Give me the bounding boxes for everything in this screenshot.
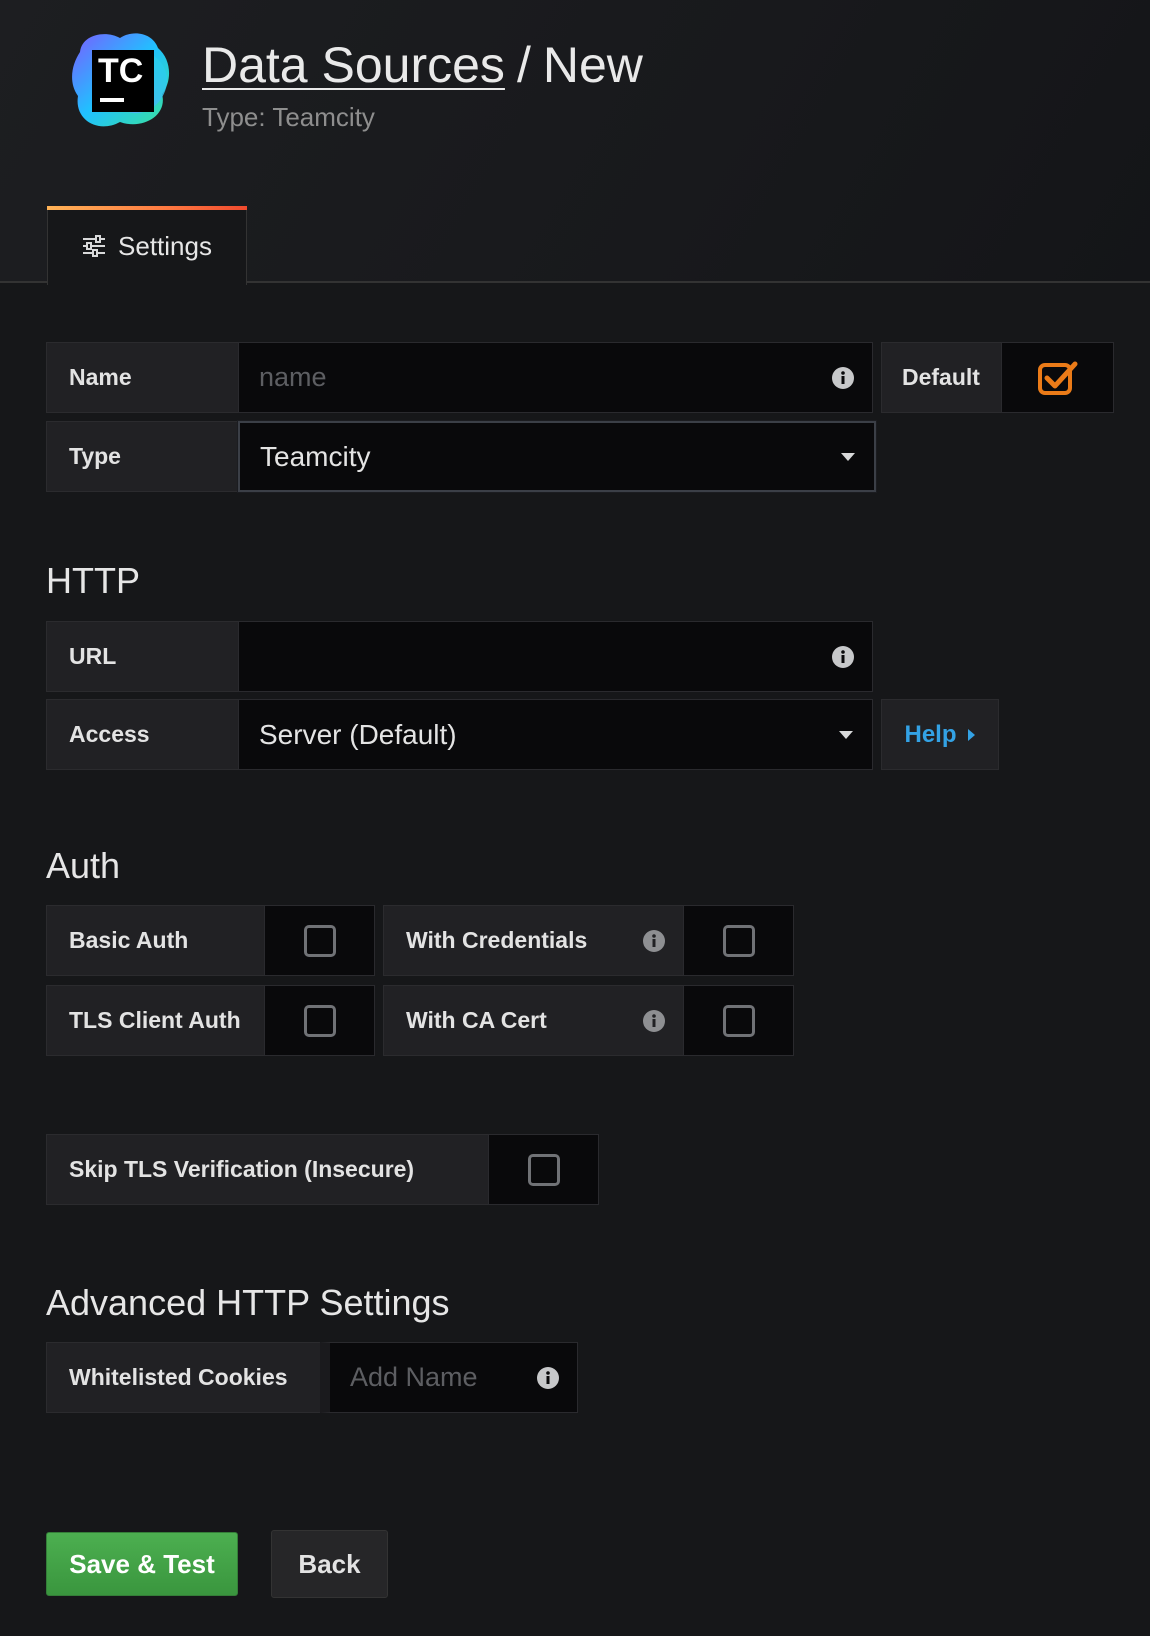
- chevron-down-icon: [839, 730, 853, 739]
- title-block: Data Sources / New Type: Teamcity: [202, 36, 643, 133]
- logo-text: TC: [98, 52, 144, 90]
- info-icon[interactable]: [643, 1009, 665, 1032]
- url-row: URL: [46, 621, 873, 692]
- tls-client-auth-row: TLS Client Auth With CA Cert: [46, 985, 794, 1056]
- advanced-http-section-title: Advanced HTTP Settings: [46, 1282, 450, 1323]
- basic-auth-row: Basic Auth With Credentials: [46, 905, 794, 976]
- with-credentials-checkbox[interactable]: [722, 924, 755, 957]
- access-label: Access: [46, 699, 238, 770]
- http-section-title: HTTP: [46, 560, 140, 601]
- basic-auth-label: Basic Auth: [46, 905, 264, 976]
- access-select-value: Server (Default): [259, 718, 457, 750]
- page-subtitle: Type: Teamcity: [202, 102, 375, 132]
- breadcrumb-separator: /: [516, 37, 531, 93]
- tab-settings[interactable]: Settings: [47, 206, 247, 285]
- skip-tls-row: Skip TLS Verification (Insecure): [46, 1134, 599, 1205]
- with-ca-cert-checkbox-cell[interactable]: [683, 985, 794, 1056]
- with-credentials-checkbox-cell[interactable]: [683, 905, 794, 976]
- default-checkbox-checked-icon[interactable]: [1037, 360, 1078, 396]
- chevron-down-icon: [841, 452, 855, 461]
- breadcrumb-data-sources-link[interactable]: Data Sources: [202, 37, 505, 93]
- name-label: Name: [46, 342, 238, 413]
- with-ca-cert-checkbox[interactable]: [722, 1004, 755, 1037]
- cookies-field-wrapper: [320, 1342, 578, 1413]
- save-and-test-button[interactable]: Save & Test: [46, 1532, 238, 1596]
- with-credentials-label: With Credentials: [406, 927, 588, 953]
- skip-tls-label: Skip TLS Verification (Insecure): [46, 1134, 488, 1205]
- info-icon[interactable]: [643, 929, 665, 952]
- page-header: TC Data Sources / New Type: Teamcity Setti…: [0, 0, 1150, 285]
- sliders-icon: [83, 235, 106, 257]
- breadcrumb-current: New: [542, 37, 643, 93]
- whitelisted-cookies-row: Whitelisted Cookies: [46, 1342, 578, 1413]
- url-field-wrapper: [238, 621, 873, 692]
- help-button[interactable]: Help: [881, 699, 999, 770]
- url-label: URL: [46, 621, 238, 692]
- type-select-value: Teamcity: [260, 440, 371, 472]
- skip-tls-checkbox-cell[interactable]: [488, 1134, 599, 1205]
- help-button-label: Help: [904, 720, 957, 748]
- name-field-wrapper: [238, 342, 873, 413]
- access-select[interactable]: Server (Default): [238, 699, 873, 770]
- name-input[interactable]: [259, 362, 872, 393]
- tab-settings-label: Settings: [118, 230, 212, 261]
- type-row: Type Teamcity: [46, 421, 876, 492]
- default-checkbox-cell[interactable]: [1001, 342, 1114, 413]
- type-label: Type: [46, 421, 238, 492]
- page-title: Data Sources / New: [202, 36, 643, 94]
- info-icon[interactable]: [832, 645, 854, 668]
- tls-client-auth-checkbox[interactable]: [303, 1004, 336, 1037]
- access-row: Access Server (Default) Help: [46, 699, 999, 770]
- with-credentials-label-cell: With Credentials: [383, 905, 683, 976]
- with-ca-cert-label: With CA Cert: [406, 1007, 547, 1033]
- name-row: Name Default: [46, 342, 1114, 413]
- basic-auth-checkbox[interactable]: [303, 924, 336, 957]
- type-select[interactable]: Teamcity: [238, 421, 876, 492]
- url-input[interactable]: [259, 641, 872, 672]
- back-button[interactable]: Back: [271, 1530, 388, 1598]
- basic-auth-checkbox-cell[interactable]: [264, 905, 375, 976]
- info-icon[interactable]: [537, 1366, 559, 1389]
- tls-client-auth-checkbox-cell[interactable]: [264, 985, 375, 1056]
- info-icon[interactable]: [832, 366, 854, 389]
- tls-client-auth-label: TLS Client Auth: [46, 985, 264, 1056]
- default-label: Default: [881, 342, 1001, 413]
- whitelisted-cookies-label: Whitelisted Cookies: [46, 1342, 320, 1413]
- chevron-right-icon: [967, 728, 975, 741]
- with-ca-cert-label-cell: With CA Cert: [383, 985, 683, 1056]
- skip-tls-checkbox[interactable]: [527, 1153, 560, 1186]
- auth-section-title: Auth: [46, 845, 121, 886]
